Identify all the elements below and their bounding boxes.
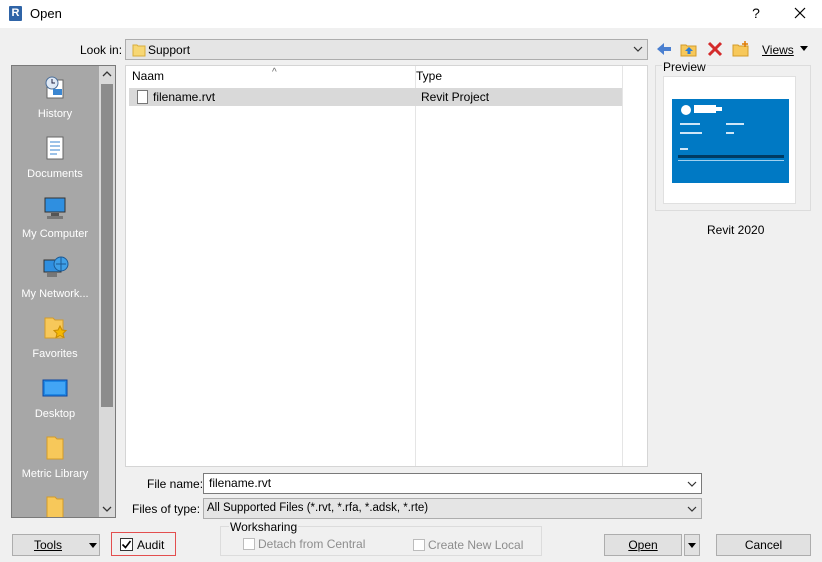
close-button[interactable]: [790, 3, 810, 23]
preview-label: Preview: [662, 60, 707, 74]
place-my-network[interactable]: My Network...: [12, 248, 98, 308]
title-block-thumbnail: [672, 99, 789, 183]
file-type-dropdown[interactable]: All Supported Files (*.rvt, *.rfa, *.ads…: [203, 498, 702, 519]
preview-thumbnail: [663, 76, 796, 204]
delete-icon[interactable]: [706, 40, 724, 58]
audit-checkbox[interactable]: [120, 538, 133, 551]
place-favorites[interactable]: Favorites: [12, 308, 98, 368]
network-icon: [43, 256, 69, 277]
look-in-value: Support: [148, 43, 191, 57]
tools-button[interactable]: Tools: [12, 534, 100, 556]
chevron-down-icon: [687, 506, 697, 512]
audit-checkbox-highlight[interactable]: Audit: [111, 532, 176, 556]
sort-ascending-icon: ^: [272, 67, 277, 78]
create-new-local-label: Create New Local: [428, 538, 524, 552]
documents-icon: [46, 136, 64, 160]
look-in-dropdown[interactable]: Support: [125, 39, 648, 60]
history-icon: [45, 76, 64, 99]
place-label: Desktop: [34, 408, 76, 420]
open-label: Open: [628, 538, 658, 552]
title-bar: [0, 0, 822, 28]
file-name-label: File name:: [147, 477, 204, 491]
place-label: Favorites: [32, 348, 78, 360]
detach-from-central-label: Detach from Central: [258, 537, 366, 551]
up-folder-icon[interactable]: [680, 40, 698, 58]
back-arrow-icon[interactable]: [655, 40, 673, 58]
computer-icon: [44, 197, 66, 219]
file-list[interactable]: Naam ^ Type filename.rvt Revit Project: [125, 65, 648, 467]
open-options-dropdown[interactable]: [684, 534, 700, 556]
views-dropdown-icon[interactable]: [800, 46, 808, 51]
chevron-down-icon: [633, 46, 643, 52]
column-header-label: Type: [416, 69, 443, 83]
column-header-type[interactable]: Type: [416, 69, 621, 89]
file-name-value: filename.rvt: [209, 476, 272, 490]
help-button[interactable]: ?: [746, 3, 766, 23]
place-label: Metric Library: [21, 468, 89, 480]
file-type-value: All Supported Files (*.rvt, *.rfa, *.ads…: [207, 502, 429, 514]
file-icon: [137, 90, 148, 104]
chevron-down-icon[interactable]: [685, 477, 699, 491]
revit-app-icon: R: [9, 6, 22, 21]
desktop-icon: [42, 379, 68, 397]
cancel-label: Cancel: [744, 538, 783, 552]
scroll-down-icon[interactable]: [99, 500, 115, 517]
file-type-label: Files of type:: [132, 502, 201, 516]
file-row[interactable]: filename.rvt Revit Project: [129, 88, 622, 106]
folder-icon: [132, 44, 146, 57]
place-metric-library[interactable]: Metric Library: [12, 428, 98, 488]
cancel-button[interactable]: Cancel: [716, 534, 811, 556]
place-history[interactable]: History: [12, 68, 98, 128]
open-button[interactable]: Open: [604, 534, 682, 556]
folder-icon: [46, 496, 64, 517]
tools-label: Tools: [33, 538, 62, 552]
dropdown-arrow-icon: [89, 543, 97, 548]
place-label: My Computer: [21, 228, 89, 240]
folder-icon: [46, 436, 64, 460]
views-menu[interactable]: Views: [762, 43, 794, 57]
place-more[interactable]: [12, 488, 98, 517]
places-scrollbar[interactable]: [99, 66, 115, 517]
create-new-local-checkbox[interactable]: [413, 539, 425, 551]
column-divider: [415, 66, 416, 466]
favorites-icon: [44, 317, 68, 339]
worksharing-label: Worksharing: [229, 520, 299, 534]
look-in-label: Look in:: [80, 43, 123, 57]
window-title: Open: [30, 6, 62, 21]
audit-label: Audit: [137, 538, 165, 552]
place-label: Documents: [27, 168, 83, 180]
close-icon: [794, 7, 806, 19]
column-header-name[interactable]: Naam ^: [132, 67, 415, 89]
checkmark-icon: [121, 540, 132, 549]
place-desktop[interactable]: Desktop: [12, 368, 98, 428]
places-bar: History Documents My Computer My Network…: [11, 65, 116, 518]
place-documents[interactable]: Documents: [12, 128, 98, 188]
dropdown-arrow-icon: [688, 543, 696, 548]
scroll-thumb[interactable]: [101, 84, 113, 407]
new-folder-icon[interactable]: [732, 40, 750, 58]
file-name-input[interactable]: filename.rvt: [203, 473, 702, 494]
place-my-computer[interactable]: My Computer: [12, 188, 98, 248]
column-header-label: Naam: [132, 69, 165, 83]
scroll-up-icon[interactable]: [99, 66, 115, 83]
detach-from-central-checkbox[interactable]: [243, 538, 255, 550]
place-label: My Network...: [21, 288, 89, 300]
file-name: filename.rvt: [153, 90, 216, 104]
place-label: History: [37, 108, 73, 120]
revit-version-label: Revit 2020: [707, 223, 765, 237]
column-divider: [622, 66, 623, 466]
file-type: Revit Project: [421, 90, 490, 104]
